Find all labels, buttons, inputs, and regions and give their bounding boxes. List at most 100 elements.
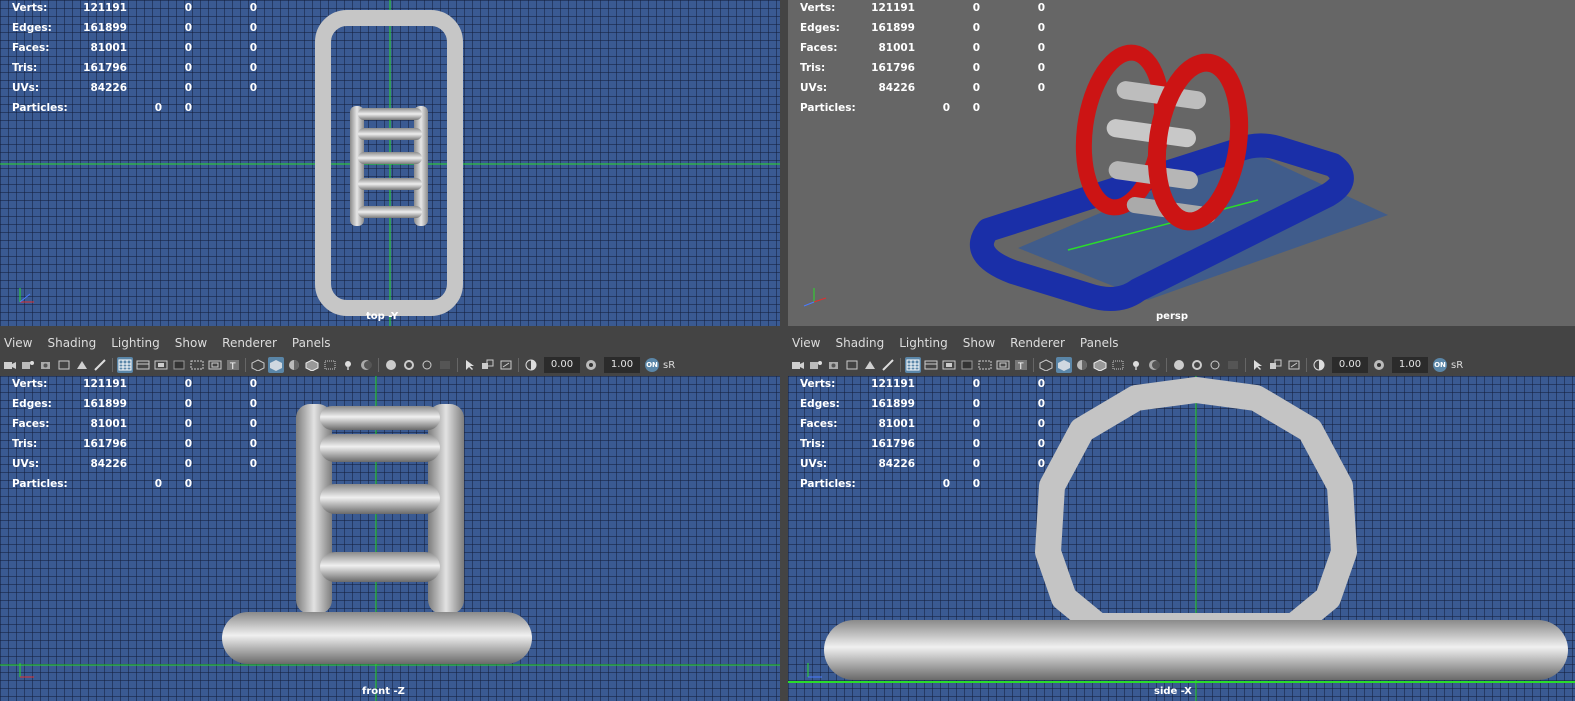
xray-icon[interactable] <box>1110 357 1126 373</box>
depth-of-field-icon[interactable] <box>1225 357 1241 373</box>
hud-value: 121191 <box>871 2 915 14</box>
gamma-field[interactable]: 1.00 <box>1392 357 1428 373</box>
exposure-field[interactable]: 0.00 <box>544 357 580 373</box>
top-viewport[interactable]: Verts: 121191 0 0 Edges: 161899 0 0 Faces: 8100… <box>0 0 780 326</box>
film-gate-icon[interactable] <box>923 357 939 373</box>
menu-panels[interactable]: Panels <box>1080 336 1119 350</box>
front-viewport[interactable]: Verts: 121191 0 0 Edges: 161899 0 0 Faces: 8100… <box>0 376 780 701</box>
menu-shading[interactable]: Shading <box>835 336 884 350</box>
panel-menubar: View Shading Lighting Show Renderer Pane… <box>0 332 780 354</box>
color-management-toggle[interactable]: ON <box>645 358 659 372</box>
wireframe-icon[interactable] <box>250 357 266 373</box>
2d-pan-zoom-icon[interactable] <box>862 357 878 373</box>
menu-view[interactable]: View <box>4 336 32 350</box>
viewport-divider-vertical[interactable] <box>780 0 788 701</box>
field-chart-icon[interactable] <box>189 357 205 373</box>
exposure-icon[interactable] <box>1311 357 1327 373</box>
isolate-select-icon[interactable] <box>1250 357 1266 373</box>
grid-icon[interactable] <box>905 357 921 373</box>
camera-attributes-icon[interactable] <box>20 357 36 373</box>
gate-mask-icon[interactable] <box>959 357 975 373</box>
safe-title-icon[interactable]: T <box>225 357 241 373</box>
bookmark-icon[interactable] <box>826 357 842 373</box>
depth-of-field-icon[interactable] <box>437 357 453 373</box>
camera-icon[interactable] <box>2 357 18 373</box>
wireframe-on-shaded-icon[interactable] <box>1092 357 1108 373</box>
image-plane-icon[interactable] <box>56 357 72 373</box>
svg-text:T: T <box>229 362 236 371</box>
xray-active-icon[interactable] <box>498 357 514 373</box>
menu-panels[interactable]: Panels <box>292 336 331 350</box>
menu-renderer[interactable]: Renderer <box>222 336 277 350</box>
shadows-icon[interactable] <box>1146 357 1162 373</box>
menu-renderer[interactable]: Renderer <box>1010 336 1065 350</box>
field-chart-icon[interactable] <box>977 357 993 373</box>
hud-label: Edges: <box>800 22 840 34</box>
hud-value: 0 <box>184 378 192 390</box>
menu-view[interactable]: View <box>792 336 820 350</box>
lights-icon[interactable] <box>340 357 356 373</box>
view-transform-label[interactable]: sR <box>1451 360 1463 371</box>
menu-lighting[interactable]: Lighting <box>111 336 160 350</box>
motion-blur-icon[interactable] <box>1189 357 1205 373</box>
exposure-icon[interactable] <box>523 357 539 373</box>
gamma-field[interactable]: 1.00 <box>604 357 640 373</box>
use-default-material-icon[interactable] <box>286 357 302 373</box>
anti-alias-icon[interactable] <box>1207 357 1223 373</box>
camera-icon[interactable] <box>790 357 806 373</box>
screen-space-ao-icon[interactable] <box>1171 357 1187 373</box>
xray-joints-icon[interactable] <box>480 357 496 373</box>
toolbar-separator <box>112 358 113 372</box>
lights-icon[interactable] <box>1128 357 1144 373</box>
anti-alias-icon[interactable] <box>419 357 435 373</box>
motion-blur-icon[interactable] <box>401 357 417 373</box>
view-transform-label[interactable]: sR <box>663 360 675 371</box>
film-gate-icon[interactable] <box>135 357 151 373</box>
camera-label: side -X <box>1154 686 1192 697</box>
hud-value: 0 <box>1037 418 1045 430</box>
xray-active-icon[interactable] <box>1286 357 1302 373</box>
axis-gizmo-icon <box>19 663 34 678</box>
menu-shading[interactable]: Shading <box>47 336 96 350</box>
menu-show[interactable]: Show <box>175 336 207 350</box>
gamma-icon[interactable] <box>1371 357 1387 373</box>
menu-show[interactable]: Show <box>963 336 995 350</box>
side-viewport[interactable]: Verts: 121191 0 0 Edges: 161899 0 0 Faces: 8100… <box>788 376 1575 701</box>
hud-value: 0 <box>1037 438 1045 450</box>
hud-value: 121191 <box>83 378 127 390</box>
wireframe-on-shaded-icon[interactable] <box>304 357 320 373</box>
isolate-select-icon[interactable] <box>462 357 478 373</box>
resolution-gate-icon[interactable] <box>941 357 957 373</box>
persp-viewport[interactable]: Verts: 121191 0 0 Edges: 161899 0 0 Faces: 8100… <box>788 0 1575 326</box>
menu-lighting[interactable]: Lighting <box>899 336 948 350</box>
resolution-gate-icon[interactable] <box>153 357 169 373</box>
hud-value: 0 <box>1037 458 1045 470</box>
camera-attributes-icon[interactable] <box>808 357 824 373</box>
color-management-toggle[interactable]: ON <box>1433 358 1447 372</box>
hud-value: 0 <box>1037 62 1045 74</box>
shadows-icon[interactable] <box>358 357 374 373</box>
wheel-rung <box>358 206 422 218</box>
grid-icon[interactable] <box>117 357 133 373</box>
gate-mask-icon[interactable] <box>171 357 187 373</box>
hud-label: UVs: <box>12 458 40 470</box>
viewport-divider-horizontal[interactable] <box>0 326 1575 332</box>
2d-pan-zoom-icon[interactable] <box>74 357 90 373</box>
grease-pencil-icon[interactable] <box>880 357 896 373</box>
screen-space-ao-icon[interactable] <box>383 357 399 373</box>
xray-icon[interactable] <box>322 357 338 373</box>
image-plane-icon[interactable] <box>844 357 860 373</box>
gamma-icon[interactable] <box>583 357 599 373</box>
safe-action-icon[interactable] <box>995 357 1011 373</box>
xray-joints-icon[interactable] <box>1268 357 1284 373</box>
wireframe-icon[interactable] <box>1038 357 1054 373</box>
smooth-shade-icon[interactable] <box>268 357 284 373</box>
exposure-field[interactable]: 0.00 <box>1332 357 1368 373</box>
safe-action-icon[interactable] <box>207 357 223 373</box>
bookmark-icon[interactable] <box>38 357 54 373</box>
smooth-shade-icon[interactable] <box>1056 357 1072 373</box>
use-default-material-icon[interactable] <box>1074 357 1090 373</box>
grease-pencil-icon[interactable] <box>92 357 108 373</box>
toolbar-separator <box>1245 358 1246 372</box>
safe-title-icon[interactable]: T <box>1013 357 1029 373</box>
